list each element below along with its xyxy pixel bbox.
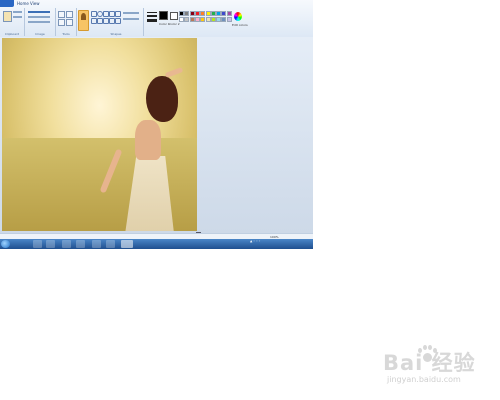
brushes-button[interactable] xyxy=(78,10,89,31)
taskbar: ▲ ◦ ◦ ◦ xyxy=(0,239,313,249)
palette-swatch[interactable] xyxy=(184,11,190,16)
outline-dropdown[interactable] xyxy=(123,12,139,14)
palette-swatch[interactable] xyxy=(210,17,216,22)
size-line-1[interactable] xyxy=(147,12,157,13)
palette-swatch[interactable] xyxy=(226,11,232,16)
paint-active-taskbar-icon[interactable] xyxy=(121,240,133,248)
hexagon-shape-icon[interactable] xyxy=(115,18,121,24)
system-tray-icons: ▲ ◦ ◦ ◦ xyxy=(250,239,261,243)
tab-view[interactable]: View xyxy=(30,0,40,7)
brush-icon xyxy=(81,13,86,20)
image-group: Image xyxy=(25,8,56,36)
resize-button[interactable] xyxy=(28,21,50,23)
edit-colors-icon[interactable] xyxy=(234,12,242,21)
woman-hair xyxy=(146,76,178,122)
palette-swatch[interactable] xyxy=(200,17,206,22)
watermark-text: Bai 经验 xyxy=(383,351,476,375)
chrome-taskbar-icon[interactable] xyxy=(62,240,71,248)
eraser-icon[interactable] xyxy=(66,19,73,26)
start-button[interactable] xyxy=(1,240,10,248)
palette-swatch[interactable] xyxy=(216,17,222,22)
arrow-shape-icon[interactable] xyxy=(115,11,121,17)
media-player-taskbar-icon[interactable] xyxy=(46,240,55,248)
qq-taskbar-icon[interactable] xyxy=(106,240,115,248)
edit-colors-label: Edit colors xyxy=(232,23,248,27)
shapes-label: Shapes xyxy=(110,32,122,36)
woman-back xyxy=(135,120,161,160)
select-button[interactable] xyxy=(28,11,50,13)
tab-home[interactable]: Home xyxy=(17,0,29,7)
woman-raised-arm xyxy=(164,67,184,78)
palette-swatch[interactable] xyxy=(200,11,206,16)
ribbon: Home View Clipboard Image Tools Shapes C… xyxy=(0,0,313,38)
image-label: Image xyxy=(35,32,45,36)
color1-swatch[interactable] xyxy=(159,11,168,20)
palette-swatch[interactable] xyxy=(179,11,184,16)
baidu-watermark: Bai 经验 jingyan.baidu.com xyxy=(383,345,483,390)
paste-icon[interactable] xyxy=(3,11,12,22)
fill-icon[interactable] xyxy=(66,11,73,18)
copy-button[interactable] xyxy=(13,16,22,18)
explorer-taskbar-icon[interactable] xyxy=(33,240,42,248)
tools-group: Tools xyxy=(56,8,77,36)
ie-taskbar-icon[interactable] xyxy=(76,240,85,248)
paint-taskbar-icon[interactable] xyxy=(92,240,101,248)
clipboard-label: Clipboard xyxy=(4,32,20,36)
palette-swatch[interactable] xyxy=(210,11,216,16)
palette-swatch[interactable] xyxy=(189,11,195,16)
palette-swatch[interactable] xyxy=(216,11,222,16)
canvas-image[interactable] xyxy=(2,38,197,231)
tools-label: Tools xyxy=(62,32,70,36)
palette-swatch[interactable] xyxy=(179,17,184,22)
pencil-icon[interactable] xyxy=(58,11,65,18)
palette-swatch[interactable] xyxy=(221,11,227,16)
crop-button[interactable] xyxy=(28,16,50,18)
size-line-3[interactable] xyxy=(147,19,157,22)
palette-swatch[interactable] xyxy=(194,17,200,22)
fill-dropdown[interactable] xyxy=(123,18,139,20)
palette-swatch[interactable] xyxy=(221,17,227,22)
file-menu-button[interactable] xyxy=(0,0,14,7)
size-line-2[interactable] xyxy=(147,15,157,17)
palette-swatch[interactable] xyxy=(205,17,211,22)
cut-button[interactable] xyxy=(13,11,22,13)
text-icon[interactable] xyxy=(58,19,65,26)
watermark-url: jingyan.baidu.com xyxy=(387,375,461,384)
shapes-group: Shapes xyxy=(89,8,144,36)
clipboard-group: Clipboard xyxy=(0,8,25,36)
palette-swatch[interactable] xyxy=(194,11,200,16)
color2-label: Color 2 xyxy=(169,22,180,26)
palette-swatch[interactable] xyxy=(205,11,211,16)
palette-swatch[interactable] xyxy=(184,17,190,22)
color2-swatch[interactable] xyxy=(170,12,178,20)
palette-swatch[interactable] xyxy=(189,17,195,22)
paint-window: Home View Clipboard Image Tools Shapes C… xyxy=(0,0,313,249)
palette-swatch[interactable] xyxy=(226,17,232,22)
